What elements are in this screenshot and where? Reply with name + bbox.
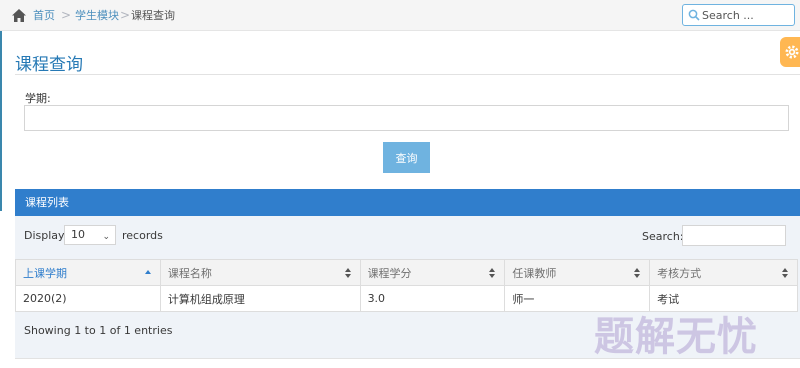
cell-teacher: 师一	[504, 285, 651, 312]
panel-title: 课程列表	[15, 189, 800, 216]
nav-search[interactable]	[682, 4, 795, 26]
term-input[interactable]	[24, 105, 789, 131]
query-button[interactable]: 查询	[383, 142, 430, 173]
breadcrumb-current: 课程查询	[131, 9, 175, 22]
page-length-value: 10	[71, 228, 85, 241]
column-header-course[interactable]: 课程名称	[159, 259, 361, 286]
page-length-select[interactable]: 10 ⌄	[64, 225, 116, 245]
chevron-down-icon: ⌄	[102, 232, 110, 242]
sort-icon	[782, 268, 788, 278]
column-header-label: 课程名称	[167, 266, 212, 280]
column-header-credits[interactable]: 课程学分	[359, 259, 506, 286]
page-title: 课程查询	[15, 55, 83, 75]
records-label: records	[122, 229, 163, 242]
gear-icon	[785, 45, 799, 59]
table-search-label: Search:	[642, 230, 684, 243]
display-label: Display	[24, 229, 65, 242]
table-row: 2020(2) 计算机组成原理 3.0 师一 考试	[15, 285, 798, 312]
column-header-term[interactable]: 上课学期	[15, 259, 161, 286]
table-search-input[interactable]	[682, 225, 786, 246]
sort-asc-icon	[144, 270, 151, 274]
column-header-teacher[interactable]: 任课教师	[504, 259, 651, 286]
table-info: Showing 1 to 1 of 1 entries	[24, 324, 173, 337]
breadcrumb-module[interactable]: 学生模块	[75, 9, 119, 23]
column-header-assessment[interactable]: 考核方式	[649, 259, 798, 286]
settings-button[interactable]	[780, 37, 800, 67]
column-header-label: 任课教师	[512, 266, 557, 280]
column-header-label: 课程学分	[367, 266, 412, 280]
breadcrumb-home[interactable]: 首页	[33, 9, 55, 23]
sort-icon	[634, 268, 641, 278]
breadcrumb-separator: >	[120, 8, 131, 22]
cell-credits: 3.0	[359, 285, 506, 312]
breadcrumb-separator: >	[61, 8, 72, 22]
column-header-label: 考核方式	[657, 266, 702, 280]
cell-course: 计算机组成原理	[159, 285, 361, 312]
sort-icon	[344, 268, 351, 278]
breadcrumb-bar: 首页 > 学生模块 > 课程查询	[0, 0, 800, 31]
divider	[15, 74, 800, 75]
cell-assessment: 考试	[649, 285, 798, 312]
term-label: 学期:	[25, 92, 51, 105]
sort-icon	[489, 268, 496, 278]
nav-search-input[interactable]	[702, 7, 792, 23]
sidebar-edge	[0, 31, 2, 211]
column-header-label: 上课学期	[23, 266, 67, 280]
cell-term: 2020(2)	[15, 285, 161, 312]
home-icon[interactable]	[12, 9, 26, 22]
search-icon	[688, 9, 700, 21]
watermark: 题解无忧	[594, 314, 758, 360]
course-table: 上课学期 课程名称 课程学分 任课教师 考核方式 2020(2) 计算机组成原理…	[15, 259, 798, 312]
table-header-row: 上课学期 课程名称 课程学分 任课教师 考核方式	[15, 259, 798, 286]
